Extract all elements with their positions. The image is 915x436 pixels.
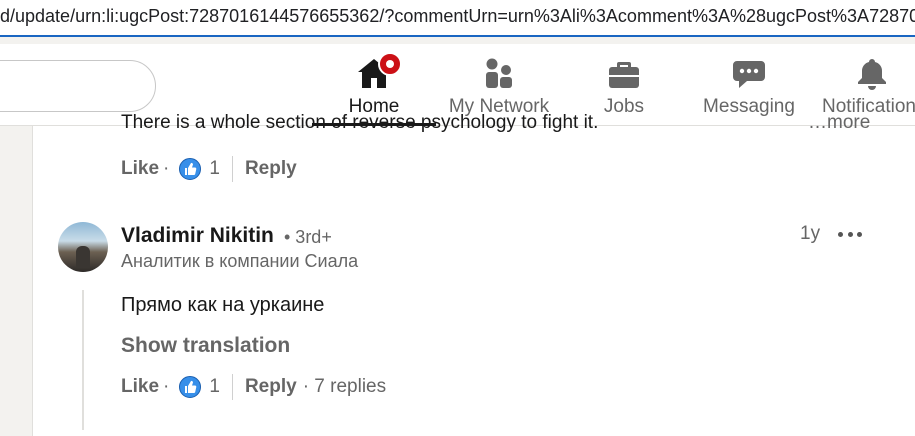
previous-comment-text: There is a whole section of reverse psyc… [121,112,599,133]
bell-icon [854,56,890,90]
like-reaction-icon[interactable] [179,376,202,398]
see-more-link[interactable]: …more [808,112,870,134]
replies-count-link[interactable]: · 7 replies [303,376,386,398]
avatar[interactable] [58,222,108,272]
like-reaction-icon[interactable] [179,158,202,180]
action-divider [231,374,233,400]
show-translation-button[interactable]: Show translation [121,334,290,358]
comment-text: Прямо как на уркаине [121,294,325,316]
previous-comment-actions: Like · 1 Reply [121,156,297,182]
reaction-count[interactable]: 1 [209,376,220,398]
reaction-count[interactable]: 1 [209,158,220,180]
comment-author-name[interactable]: Vladimir Nikitin [121,224,274,248]
reply-button[interactable]: Reply [245,158,297,180]
url-text[interactable]: d/update/urn:li:ugcPost:7287016144576655… [0,6,915,27]
like-button[interactable]: Like [121,376,159,398]
connection-degree: • 3rd+ [284,227,332,247]
like-button[interactable]: Like [121,158,159,180]
thread-line [82,290,84,430]
more-options-icon[interactable] [838,225,862,243]
nav-messaging[interactable]: Messaging [700,44,798,126]
browser-url-bar[interactable]: d/update/urn:li:ugcPost:7287016144576655… [0,0,915,37]
action-divider [231,156,233,182]
home-icon [356,52,402,90]
search-input[interactable] [0,60,156,112]
separator-dot: · [163,376,170,397]
people-icon [481,56,517,90]
author-headline: Аналитик в компании Сиала [121,251,359,271]
chat-bubble-icon [731,56,767,90]
comment-actions: Like · 1 Reply · 7 replies [121,374,386,400]
nav-messaging-label: Messaging [703,96,795,117]
separator-dot: · [163,158,170,179]
notification-dot [378,52,402,76]
briefcase-icon [606,56,642,90]
reply-button[interactable]: Reply [245,376,297,398]
comment-timestamp: 1y [800,223,821,244]
